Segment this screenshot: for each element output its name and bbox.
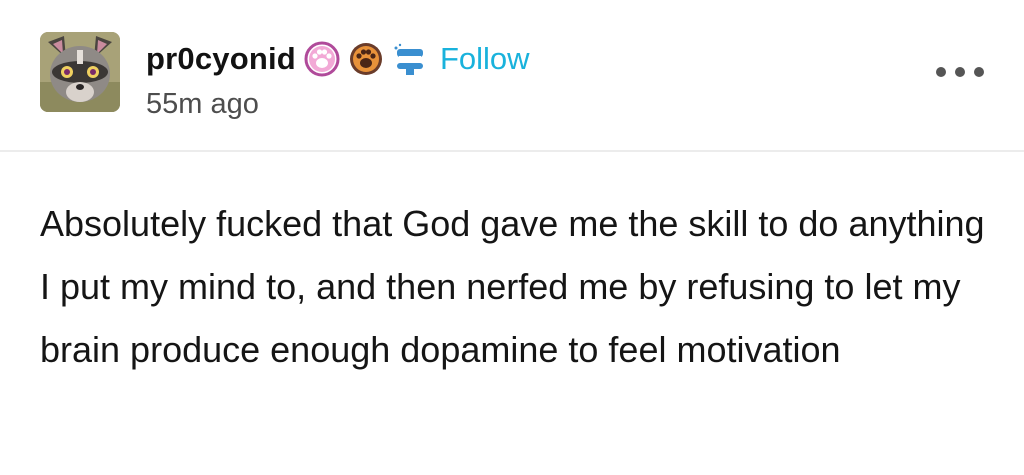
post-timestamp[interactable]: 55m ago: [146, 88, 259, 121]
orange-paw-badge-icon[interactable]: [348, 41, 384, 77]
username-link[interactable]: pr0cyonid: [146, 41, 296, 77]
author-row: pr0cyonid Follow: [146, 36, 530, 82]
more-dot: [936, 67, 946, 77]
more-dot: [955, 67, 965, 77]
more-dot: [974, 67, 984, 77]
raccoon-avatar-icon[interactable]: [40, 32, 120, 112]
follow-button[interactable]: Follow: [440, 41, 530, 77]
more-options-icon[interactable]: [936, 60, 984, 84]
post-body-text: Absolutely fucked that God gave me the s…: [40, 203, 985, 370]
pink-paw-badge-icon[interactable]: [304, 41, 340, 77]
post-header: pr0cyonid Follow 55m ago: [0, 0, 1024, 152]
blue-chattering-teeth-badge-icon[interactable]: [392, 41, 428, 77]
